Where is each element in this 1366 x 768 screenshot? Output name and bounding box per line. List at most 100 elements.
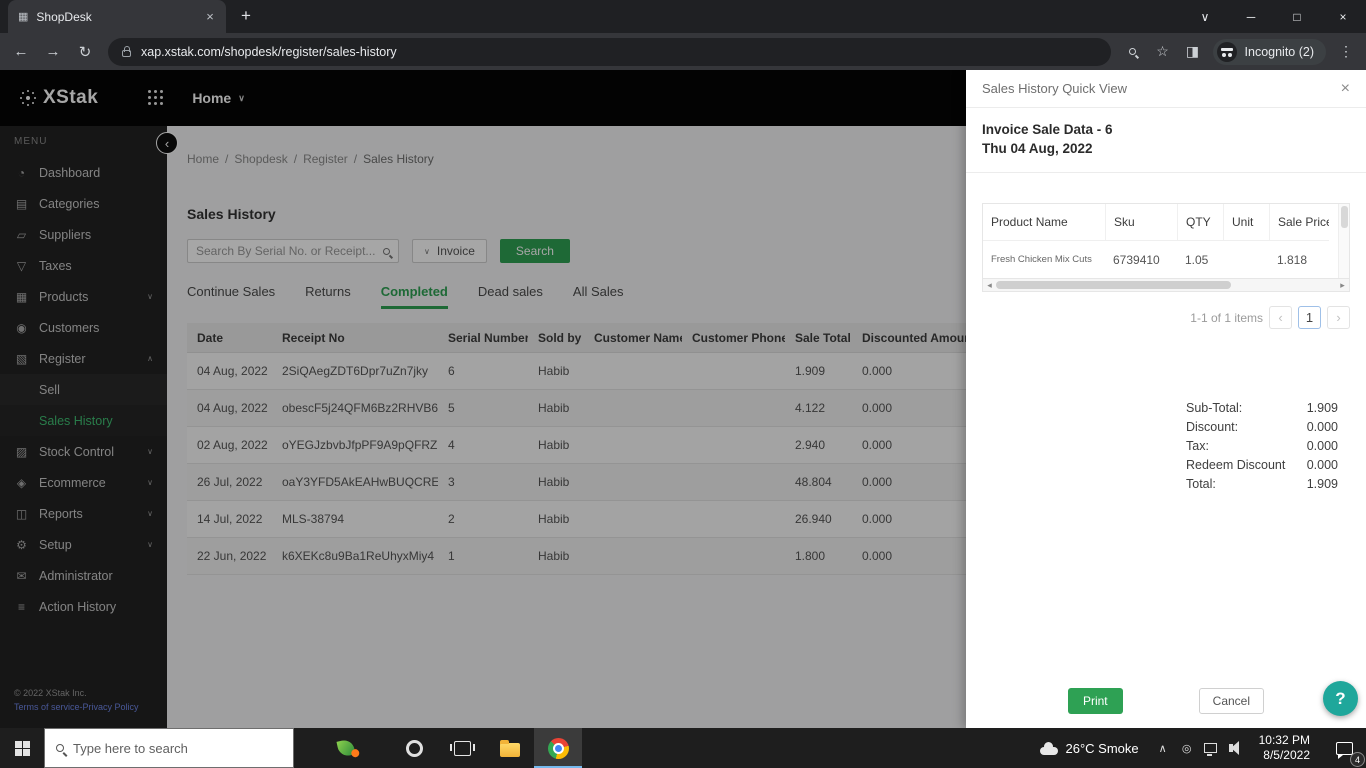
page-number-button[interactable]: 1 [1298,306,1321,329]
cancel-button[interactable]: Cancel [1199,688,1264,714]
opera-app-icon[interactable] [390,728,438,768]
task-view-button[interactable] [438,728,486,768]
drawer-title: Sales History Quick View [982,81,1127,96]
discount-label: Discount: [1186,420,1238,434]
pagination: 1-1 of 1 items ‹ 1 › [982,306,1350,329]
windows-logo-icon [15,741,30,756]
column-header: QTY [1177,204,1223,240]
column-header: Sale Price [1269,204,1329,240]
leaf-icon [337,739,356,758]
minimize-button[interactable]: ─ [1228,0,1274,33]
column-header: Unit [1223,204,1269,240]
tab-close-icon[interactable]: × [202,9,218,25]
browser-tab[interactable]: ▦ ShopDesk × [8,0,226,33]
tax-value: 0.000 [1307,439,1338,453]
quickview-table-wrapper: Product Name Sku QTY Unit Sale Price Fre… [982,203,1350,292]
cell-sku: 6739410 [1105,240,1177,278]
redeem-discount-value: 0.000 [1307,458,1338,472]
cell-sale-price: 1.818 [1269,240,1329,278]
tab-search-chevron-icon[interactable]: ∨ [1182,0,1228,33]
clock[interactable]: 10:32 PM 8/5/2022 [1247,733,1322,763]
widgets-app-icon[interactable] [322,728,370,768]
search-icon[interactable] [1119,38,1147,66]
new-tab-button[interactable]: + [232,2,260,30]
chrome-icon [548,738,569,759]
quickview-header-row: Product Name Sku QTY Unit Sale Price [983,204,1338,240]
volume-icon[interactable] [1223,728,1247,768]
side-panel-icon[interactable]: ◨ [1179,38,1207,66]
cell-qty: 1.05 [1177,240,1223,278]
taskbar-search-input[interactable] [73,741,282,756]
taskbar-search[interactable] [44,728,294,768]
vertical-scrollbar[interactable] [1338,204,1349,278]
invoice-heading: Invoice Sale Data - 6 Thu 04 Aug, 2022 [966,108,1366,173]
notification-badge: 4 [1350,752,1365,767]
incognito-label: Incognito (2) [1245,45,1314,59]
maximize-button[interactable]: □ [1274,0,1320,33]
screen: ▦ ShopDesk × + ∨ ─ □ × ← → ↻ xap.xstak.c… [0,0,1366,768]
scrollbar-thumb[interactable] [996,281,1231,289]
tax-label: Tax: [1186,439,1209,453]
url-text[interactable]: xap.xstak.com/shopdesk/register/sales-hi… [141,45,397,59]
app-window: XStak Home ∨ ‹ MENU ◔ Dashboard ▤ Catego… [0,70,1366,728]
column-header: Sku [1105,204,1177,240]
previous-page-button[interactable]: ‹ [1269,306,1292,329]
forward-button[interactable]: → [38,37,68,67]
weather-text[interactable]: 26°C Smoke [1066,741,1139,756]
subtotal-value: 1.909 [1307,401,1338,415]
lock-icon [122,50,131,57]
incognito-badge: Incognito (2) [1213,39,1326,65]
tray-expand-icon[interactable]: ∧ [1151,728,1175,768]
tab-title: ShopDesk [36,10,194,24]
bookmark-star-icon[interactable]: ☆ [1149,38,1177,66]
address-bar[interactable]: xap.xstak.com/shopdesk/register/sales-hi… [108,38,1111,66]
back-button[interactable]: ← [6,37,36,67]
cell-product-name: Fresh Chicken Mix Cuts [983,240,1105,278]
invoice-title: Invoice Sale Data - 6 [982,120,1350,139]
network-icon[interactable] [1199,728,1223,768]
browser-toolbar: ← → ↻ xap.xstak.com/shopdesk/register/sa… [0,33,1366,70]
notification-icon [1336,742,1353,755]
quick-view-drawer: Sales History Quick View × Invoice Sale … [966,70,1366,728]
help-button[interactable]: ? [1323,681,1358,716]
next-page-button[interactable]: › [1327,306,1350,329]
totals-summary: Sub-Total: 1.909 Discount: 0.000 Tax: 0.000… [1186,401,1338,496]
quickview-table: Product Name Sku QTY Unit Sale Price Fre… [982,203,1350,279]
browser-tab-strip: ▦ ShopDesk × + ∨ ─ □ × [0,0,1366,33]
window-controls: ∨ ─ □ × [1182,0,1366,33]
o-ring-icon [406,740,423,757]
total-value: 1.909 [1307,477,1338,491]
incognito-icon [1217,42,1237,62]
invoice-date: Thu 04 Aug, 2022 [982,139,1350,158]
column-header: Product Name [983,204,1105,240]
task-view-icon [454,741,471,756]
cell-unit [1223,240,1269,278]
file-explorer-button[interactable] [486,728,534,768]
weather-icon [1040,747,1058,755]
refresh-button[interactable]: ↻ [70,37,100,67]
close-icon[interactable]: × [1341,80,1350,98]
table-row: Fresh Chicken Mix Cuts 6739410 1.05 1.81… [983,240,1338,278]
system-tray: 26°C Smoke ∧ ◎ 10:32 PM 8/5/2022 4 [1040,728,1366,768]
start-button[interactable] [0,728,44,768]
redeem-discount-label: Redeem Discount [1186,458,1285,472]
search-icon [56,744,64,752]
browser-menu-icon[interactable]: ⋮ [1332,38,1360,66]
close-window-button[interactable]: × [1320,0,1366,33]
subtotal-label: Sub-Total: [1186,401,1242,415]
scroll-right-icon[interactable]: ▸ [1336,279,1349,292]
scroll-left-icon[interactable]: ◂ [983,279,996,292]
taskbar: 26°C Smoke ∧ ◎ 10:32 PM 8/5/2022 4 [0,728,1366,768]
drawer-header: Sales History Quick View × [966,70,1366,108]
total-label: Total: [1186,477,1216,491]
print-button[interactable]: Print [1068,688,1123,714]
tray-app-icon[interactable]: ◎ [1175,728,1199,768]
chrome-button[interactable] [534,728,582,768]
action-center-button[interactable]: 4 [1322,728,1366,768]
discount-value: 0.000 [1307,420,1338,434]
scrollbar-thumb[interactable] [1341,206,1348,228]
folder-icon [500,743,520,757]
date-text: 8/5/2022 [1259,748,1310,763]
horizontal-scrollbar[interactable]: ◂ ▸ [982,279,1350,292]
drawer-footer: Print Cancel [966,688,1366,728]
